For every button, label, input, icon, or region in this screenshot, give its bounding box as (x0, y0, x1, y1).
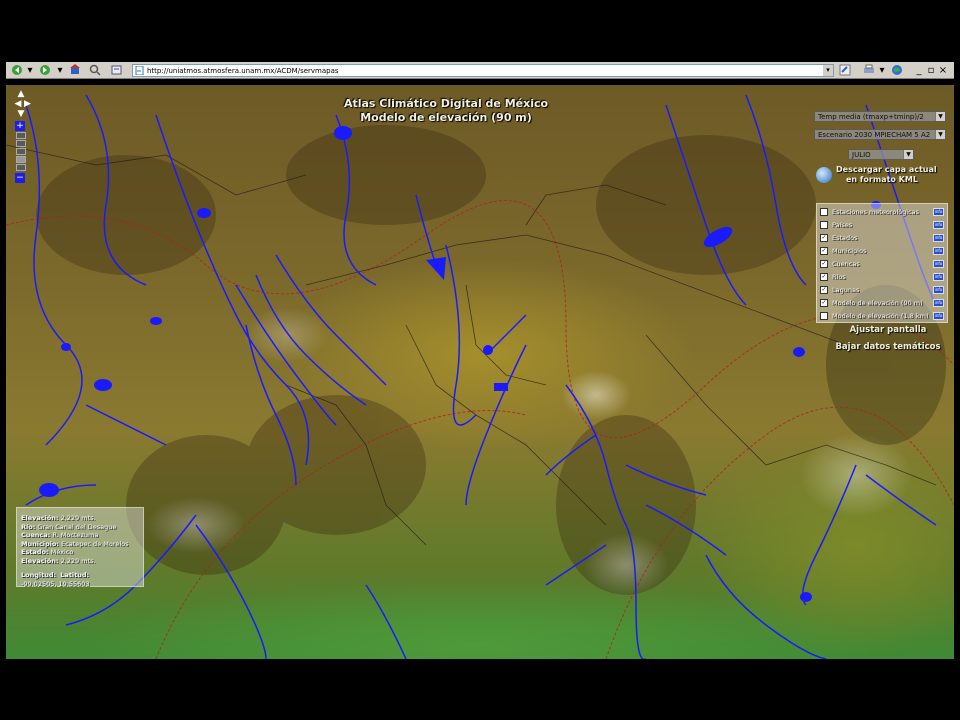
map-overlay (6, 94, 954, 659)
pan-left-icon[interactable]: ◀ (12, 99, 24, 109)
back-dropdown-icon[interactable]: ▾ (26, 63, 34, 77)
page-icon (135, 66, 144, 75)
info-icon[interactable]: info (933, 259, 944, 268)
restore-icon[interactable]: ▫ (926, 63, 936, 77)
layer-label: Estados (832, 233, 858, 242)
minimize-icon[interactable]: _ (914, 63, 924, 77)
layer-label: Municipios (832, 246, 867, 255)
info-icon[interactable]: info (933, 272, 944, 281)
layer-row-elevation-90m[interactable]: ✓ Modelo de elevación (90 m) info (820, 297, 944, 308)
point-info-box: Elevación: 2,229 mts. Río: Gran Canal de… (16, 507, 144, 588)
map-canvas[interactable]: Atlas Climático Digital de México Modelo… (6, 85, 954, 659)
layer-label: Modelo de elevación (90 m) (832, 298, 923, 307)
info-municipality: Municipio: Ecatepec de Morelos (21, 539, 129, 548)
forward-icon[interactable] (38, 63, 52, 77)
layer-label: Lagunas (832, 285, 860, 294)
kml-line-2: en formato KML (846, 175, 918, 184)
zoom-level-2[interactable] (16, 140, 26, 147)
layer-checkbox[interactable]: ✓ (820, 298, 828, 307)
title-line-1: Atlas Climático Digital de México (343, 97, 549, 110)
zoom-level-3[interactable] (16, 148, 26, 155)
home-icon[interactable] (68, 63, 82, 77)
info-elevation-2: Elevación: 2,229 mts. (21, 556, 96, 565)
variable-select[interactable]: Temp media (tmaxp+tminp)/2 ▼ (814, 111, 946, 122)
layer-checkbox[interactable]: ✓ (820, 272, 828, 281)
layer-label: Modelo de elevación (1.8 km) (832, 311, 929, 320)
layer-checkbox[interactable] (820, 220, 828, 229)
zoom-out-icon[interactable]: − (15, 173, 25, 183)
zoom-control: ▲ ◀ ▶ ▼ + − (12, 89, 32, 183)
kml-download-link[interactable]: Descargar capa actual en formato KML (816, 165, 946, 187)
zoom-level-1[interactable] (16, 132, 26, 139)
go-icon[interactable] (838, 63, 852, 77)
map-title: Atlas Climático Digital de México Modelo… (306, 97, 586, 125)
browser-toolbar: ▾ ▾ http://uniatmos.atmosfera.unam.mx/AC… (6, 62, 954, 79)
close-icon[interactable]: × (938, 63, 948, 77)
adjust-screen-link[interactable]: Ajustar pantalla (828, 325, 948, 335)
layer-checkbox[interactable] (820, 311, 828, 320)
layer-row-municipalities[interactable]: ✓ Municipios info (820, 245, 944, 256)
layer-row-elevation-1-8km[interactable]: Modelo de elevación (1.8 km) info (820, 310, 944, 321)
pan-down-icon[interactable]: ▼ (15, 109, 27, 119)
chevron-down-icon[interactable]: ▼ (935, 130, 945, 139)
month-select-value: JULIO (852, 151, 871, 159)
layer-row-lakes[interactable]: ✓ Lagunas info (820, 284, 944, 295)
info-river: Río: Gran Canal del Desague (21, 522, 117, 531)
layer-row-basins[interactable]: ✓ Cuencas info (820, 258, 944, 269)
layer-label: Ríos (832, 272, 846, 281)
layer-row-states[interactable]: ✓ Estados info (820, 232, 944, 243)
layer-checkbox[interactable]: ✓ (820, 285, 828, 294)
info-icon[interactable]: info (933, 220, 944, 229)
zoom-level-4[interactable] (16, 156, 26, 163)
download-data-link[interactable]: Bajar datos temáticos (828, 342, 948, 352)
month-select[interactable]: JULIO ▼ (848, 149, 914, 160)
info-icon[interactable]: info (933, 207, 944, 216)
layer-checkbox[interactable]: ✓ (820, 233, 828, 242)
pan-right-icon[interactable]: ▶ (24, 99, 31, 109)
info-coords-value: -99.02505, 19.55603 (21, 579, 90, 588)
info-state: Estado: México (21, 548, 74, 556)
address-bar[interactable]: http://uniatmos.atmosfera.unam.mx/ACDM/s… (132, 64, 834, 77)
layer-checkbox[interactable] (820, 207, 828, 216)
info-icon[interactable]: info (933, 298, 944, 307)
zoom-in-icon[interactable]: + (15, 121, 25, 131)
url-text: http://uniatmos.atmosfera.unam.mx/ACDM/s… (147, 66, 339, 75)
search-icon[interactable] (88, 63, 102, 77)
pan-up-icon[interactable]: ▲ (15, 89, 27, 99)
info-coords-header: Longitud: Latitud: (21, 571, 90, 579)
globe-icon[interactable] (890, 63, 904, 77)
title-line-2: Modelo de elevación (90 m) (360, 111, 532, 124)
layer-checkbox[interactable]: ✓ (820, 246, 828, 255)
info-icon[interactable]: info (933, 246, 944, 255)
layer-label: Estaciones meteorológicas (832, 207, 919, 216)
layer-row-stations[interactable]: Estaciones meteorológicas info (820, 206, 944, 217)
kml-line-1: Descargar capa actual (836, 165, 937, 174)
globe-icon (816, 167, 832, 183)
scenario-select[interactable]: Escenario 2030 MPIECHAM 5 A2 ▼ (814, 129, 946, 140)
chevron-down-icon[interactable]: ▼ (903, 150, 913, 159)
layer-row-countries[interactable]: Países info (820, 219, 944, 230)
info-icon[interactable]: info (933, 285, 944, 294)
layers-panel: Estaciones meteorológicas info Países in… (816, 203, 948, 323)
forward-dropdown-icon[interactable]: ▾ (56, 63, 64, 77)
edit-icon[interactable] (110, 63, 124, 77)
chevron-down-icon[interactable]: ▼ (935, 112, 945, 121)
back-icon[interactable] (10, 63, 24, 77)
layer-row-rivers[interactable]: ✓ Ríos info (820, 271, 944, 282)
info-icon[interactable]: info (933, 233, 944, 242)
variable-select-value: Temp media (tmaxp+tminp)/2 (818, 113, 924, 121)
print-icon[interactable] (862, 63, 876, 77)
info-basin: Cuenca: R. Moctezuma (21, 531, 99, 539)
scenario-select-value: Escenario 2030 MPIECHAM 5 A2 (818, 131, 931, 139)
info-elevation: Elevación: 2,229 mts. (21, 514, 96, 522)
print-dropdown-icon[interactable]: ▾ (878, 63, 886, 77)
kml-link-text: Descargar capa actual en formato KML (836, 165, 946, 185)
address-dropdown-icon[interactable]: ▾ (823, 65, 833, 76)
layer-checkbox[interactable]: ✓ (820, 259, 828, 268)
info-icon[interactable]: info (933, 311, 944, 320)
layer-label: Cuencas (832, 259, 860, 268)
layer-label: Países (832, 220, 853, 229)
zoom-level-5[interactable] (16, 164, 26, 171)
